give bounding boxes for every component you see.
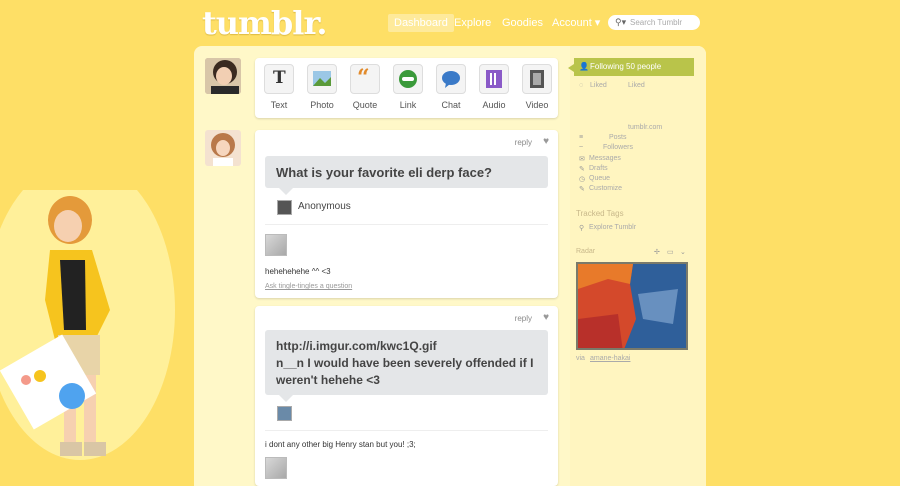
- post-type-label: Link: [399, 100, 417, 110]
- question-line: http://i.imgur.com/kwc1Q.gif: [276, 339, 437, 353]
- sidebar-link-customize[interactable]: Customize: [589, 185, 622, 192]
- answer-text: i dont any other big Henry stan but you!…: [265, 440, 416, 449]
- sidebar-link-queue[interactable]: Queue: [589, 175, 610, 182]
- post-type-label: Audio: [482, 100, 506, 110]
- post-author-avatar[interactable]: [205, 130, 241, 166]
- reply-link[interactable]: reply: [515, 138, 532, 147]
- divider: [265, 430, 548, 431]
- sidebar-link-drafts[interactable]: Drafts: [589, 165, 608, 172]
- explore-icon: ⚲: [579, 225, 585, 232]
- post-type-label: Text: [270, 100, 288, 110]
- post-card: reply ♥ What is your favorite eli derp f…: [255, 130, 558, 298]
- post-type-selector: T Text Photo “ Quote Link Chat Audio Vid…: [255, 58, 558, 118]
- queue-icon: ◷: [579, 176, 586, 183]
- sidebar-link-followers[interactable]: Followers: [603, 144, 633, 151]
- radar-image[interactable]: [576, 262, 688, 350]
- quote-post-icon: “: [350, 64, 380, 94]
- post-type-link[interactable]: Link: [388, 64, 428, 110]
- reply-link[interactable]: reply: [515, 314, 532, 323]
- post-type-quote[interactable]: “ Quote: [345, 64, 385, 110]
- post-type-label: Photo: [310, 100, 334, 110]
- post-card: reply ♥ http://i.imgur.com/kwc1Q.gif n__…: [255, 306, 558, 486]
- blog-title[interactable]: tumblr.com: [628, 124, 662, 131]
- radar-reblog-icon[interactable]: ▭: [667, 248, 674, 256]
- sidebar-tab[interactable]: Liked: [628, 82, 645, 89]
- chat-post-icon: [436, 64, 466, 94]
- radar-credit: via: [576, 355, 585, 362]
- radar-user-link[interactable]: amane-hakai: [590, 355, 630, 362]
- video-post-icon: [522, 64, 552, 94]
- post-type-photo[interactable]: Photo: [302, 64, 342, 110]
- post-type-label: Quote: [352, 100, 378, 110]
- nav-account[interactable]: Account ▾: [552, 14, 600, 32]
- heart-icon[interactable]: ♥: [543, 136, 549, 147]
- question-bubble: What is your favorite eli derp face?: [265, 156, 548, 195]
- post-type-audio[interactable]: Audio: [474, 64, 514, 110]
- following-banner[interactable]: 👤 Following 50 people: [568, 58, 694, 76]
- explore-tumblr-link[interactable]: Explore Tumblr: [589, 224, 636, 231]
- background-model-photo: [0, 190, 175, 460]
- post-type-label: Chat: [441, 100, 461, 110]
- answer-thumbnail[interactable]: [265, 457, 287, 479]
- user-icon: 👤: [579, 62, 589, 71]
- tracked-tags-header: Tracked Tags: [576, 209, 624, 218]
- following-count: Following 50 people: [590, 62, 662, 71]
- nav-explore[interactable]: Explore: [454, 14, 491, 32]
- nav-dashboard[interactable]: Dashboard: [388, 14, 454, 32]
- post-type-label: Video: [525, 100, 549, 110]
- radar-header: Radar: [576, 248, 596, 255]
- asker-name: Anonymous: [298, 201, 351, 212]
- sidebar-link-posts[interactable]: Posts: [609, 134, 627, 141]
- followers-icon: ~: [579, 144, 584, 151]
- posts-icon: ≡: [579, 134, 584, 141]
- text-post-icon: T: [264, 64, 294, 94]
- asker-avatar: [277, 200, 292, 215]
- search-icon: ⚲▾: [615, 17, 627, 27]
- link-post-icon: [393, 64, 423, 94]
- question-line: n__n I would have been severely offended…: [276, 356, 534, 370]
- post-type-chat[interactable]: Chat: [431, 64, 471, 110]
- user-avatar[interactable]: [205, 58, 241, 94]
- messages-icon: ✉: [579, 156, 585, 163]
- nav-goodies[interactable]: Goodies: [502, 14, 543, 32]
- search-placeholder: Search Tumblr: [630, 18, 683, 27]
- post-type-text[interactable]: T Text: [259, 64, 299, 110]
- top-bar: tumblr. Dashboard Explore Goodies Accoun…: [0, 0, 900, 46]
- answer-text: hehehehehe ^^ <3: [265, 267, 331, 276]
- question-text: What is your favorite eli derp face?: [276, 165, 492, 180]
- ask-question-link[interactable]: Ask tingle-tingles a question: [265, 283, 352, 290]
- question-bubble: http://i.imgur.com/kwc1Q.gif n__n I woul…: [265, 330, 548, 402]
- drafts-icon: ✎: [579, 166, 585, 173]
- post-type-video[interactable]: Video: [517, 64, 557, 110]
- sidebar-link-messages[interactable]: Messages: [589, 155, 621, 162]
- audio-post-icon: [479, 64, 509, 94]
- photo-post-icon: [307, 64, 337, 94]
- radar-share-icon[interactable]: ✢: [654, 248, 660, 256]
- sidebar-tab[interactable]: Liked: [590, 82, 607, 89]
- tumblr-logo[interactable]: tumblr.: [202, 4, 327, 42]
- liked-icon: ◌: [579, 82, 584, 89]
- search-input[interactable]: ⚲▾ Search Tumblr: [608, 15, 700, 30]
- asker-avatar: [277, 406, 292, 421]
- answer-thumbnail[interactable]: [265, 234, 287, 256]
- customize-icon: ✎: [579, 186, 585, 193]
- heart-icon[interactable]: ♥: [543, 312, 549, 323]
- abstract-painting: [578, 264, 686, 348]
- divider: [265, 224, 548, 225]
- question-line: weren't hehehe <3: [276, 373, 380, 387]
- radar-more-icon[interactable]: ⌄: [680, 248, 686, 256]
